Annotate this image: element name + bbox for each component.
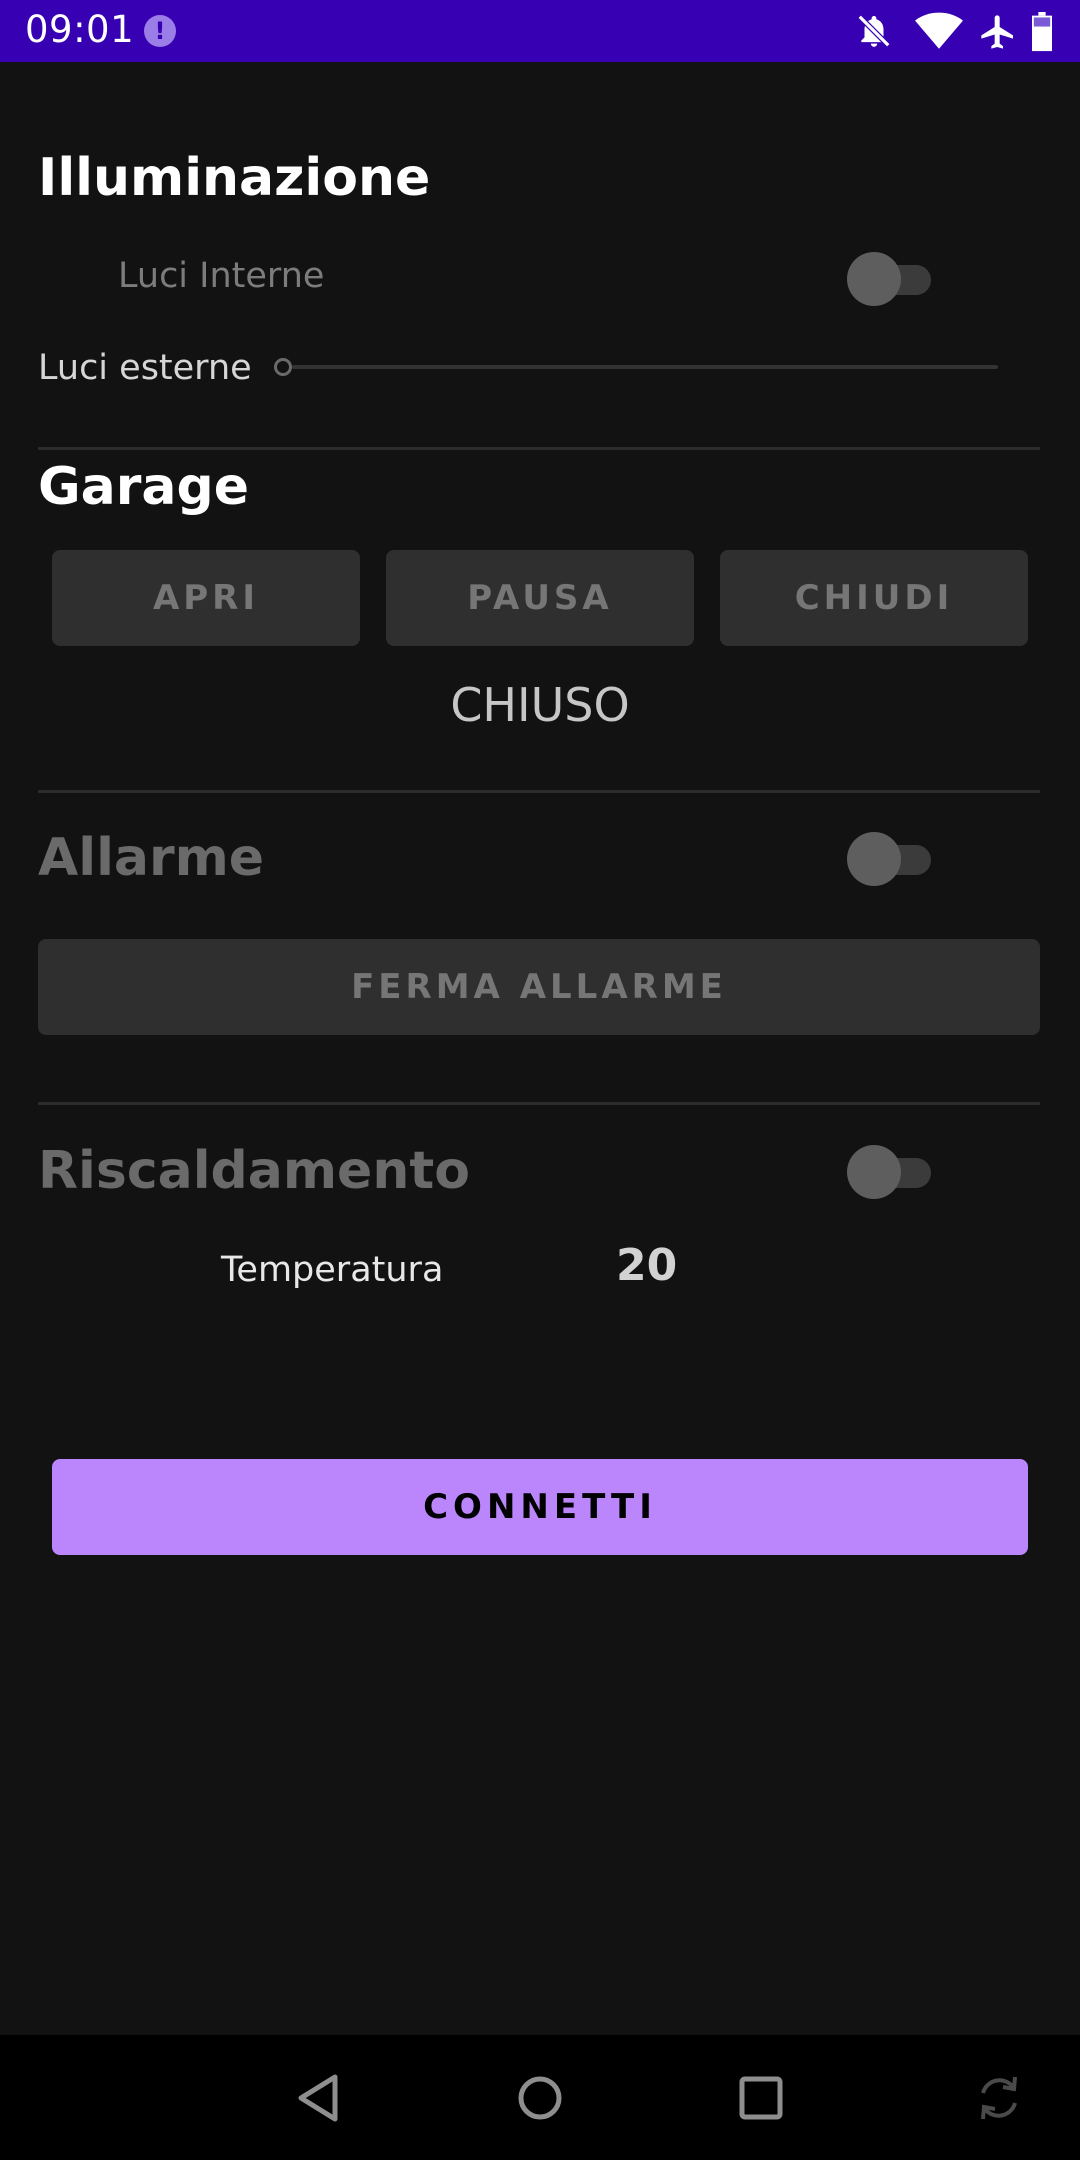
home-icon[interactable] bbox=[507, 2065, 573, 2131]
switch-thumb bbox=[847, 1145, 901, 1199]
status-bar: 09:01 ! bbox=[0, 0, 1080, 62]
recents-icon[interactable] bbox=[728, 2065, 794, 2131]
alarm-title: Allarme bbox=[38, 828, 265, 888]
garage-open-button[interactable]: APRI bbox=[52, 550, 360, 646]
battery-icon bbox=[1032, 12, 1052, 52]
garage-status: CHIUSO bbox=[450, 678, 630, 732]
back-icon[interactable] bbox=[287, 2065, 353, 2131]
navigation-bar bbox=[0, 2035, 1080, 2160]
interior-lights-switch[interactable] bbox=[847, 249, 931, 309]
interior-lights-label: Luci Interne bbox=[118, 256, 325, 296]
heating-switch[interactable] bbox=[847, 1142, 931, 1202]
lighting-title: Illuminazione bbox=[38, 148, 431, 208]
temperature-value[interactable]: 20 bbox=[616, 1240, 677, 1291]
rotate-icon[interactable] bbox=[966, 2065, 1032, 2131]
temperature-label: Temperatura bbox=[221, 1250, 444, 1290]
exterior-lights-slider[interactable] bbox=[272, 352, 1002, 382]
alert-circle-icon: ! bbox=[144, 15, 176, 47]
wifi-icon bbox=[915, 12, 963, 49]
notifications-off-icon bbox=[857, 14, 891, 48]
airplane-icon bbox=[981, 15, 1013, 49]
garage-pause-button[interactable]: PAUSA bbox=[386, 550, 694, 646]
connect-button[interactable]: CONNETTI bbox=[52, 1459, 1028, 1555]
exterior-lights-label: Luci esterne bbox=[38, 348, 252, 388]
stop-alarm-button[interactable]: FERMA ALLARME bbox=[38, 939, 1040, 1035]
garage-title: Garage bbox=[38, 457, 249, 517]
garage-close-button[interactable]: CHIUDI bbox=[720, 550, 1028, 646]
divider bbox=[38, 447, 1040, 450]
switch-thumb bbox=[847, 252, 901, 306]
slider-thumb[interactable] bbox=[274, 358, 292, 376]
status-time: 09:01 bbox=[25, 8, 135, 51]
alarm-switch[interactable] bbox=[847, 829, 931, 889]
slider-rail bbox=[292, 365, 998, 369]
switch-thumb bbox=[847, 832, 901, 886]
divider bbox=[38, 1102, 1040, 1105]
divider bbox=[38, 790, 1040, 793]
heating-title: Riscaldamento bbox=[38, 1141, 470, 1201]
